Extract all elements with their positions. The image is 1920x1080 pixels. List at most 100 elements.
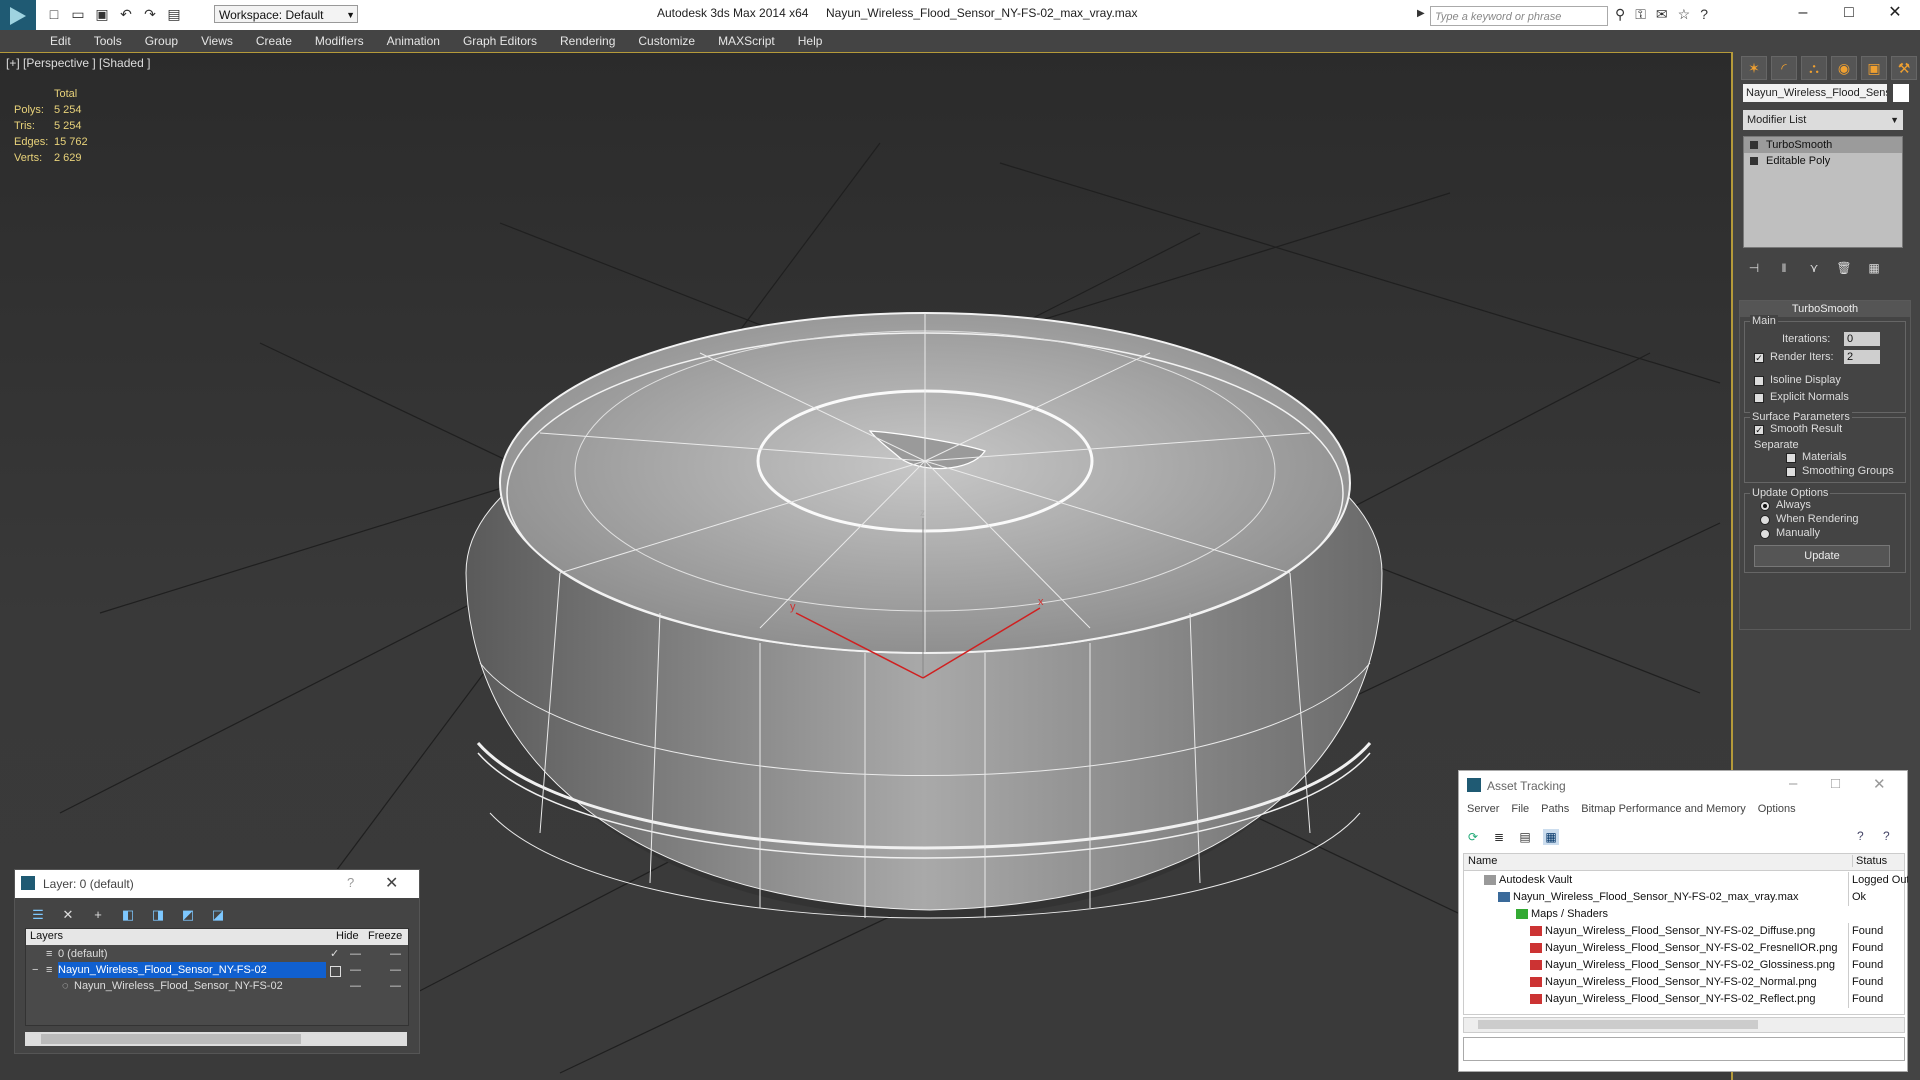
menu-edit[interactable]: Edit	[50, 30, 71, 52]
table-view-icon[interactable]: ▦	[1543, 829, 1559, 845]
freeze-toggle[interactable]: —	[390, 978, 401, 994]
render-iters-spinner[interactable]: 2	[1844, 350, 1880, 364]
menu-server[interactable]: Server	[1467, 801, 1499, 817]
new-file-icon[interactable]: □	[46, 6, 62, 22]
menu-bitmap-performance[interactable]: Bitmap Performance and Memory	[1581, 801, 1745, 817]
asset-status-field[interactable]	[1463, 1037, 1905, 1061]
save-icon[interactable]: ▣	[94, 6, 110, 22]
redo-icon[interactable]: ↷	[142, 6, 158, 22]
object-color-swatch[interactable]	[1893, 84, 1909, 102]
hierarchy-tab-icon[interactable]: ⛬	[1801, 56, 1827, 80]
layer-row[interactable]: ≡ 0 (default) ✓ — —	[26, 946, 408, 962]
menu-paths[interactable]: Paths	[1541, 801, 1569, 817]
favorites-icon[interactable]: ☆	[1678, 6, 1691, 23]
search-input[interactable]: Type a keyword or phrase	[1430, 6, 1608, 26]
flood-sensor-mesh[interactable]	[465, 312, 1383, 919]
maximize-icon[interactable]: □	[1826, 2, 1872, 24]
iterations-spinner[interactable]: 0	[1844, 332, 1880, 346]
current-layer-checkbox[interactable]	[330, 966, 341, 977]
new-layer-icon[interactable]: ☰	[29, 906, 47, 924]
asset-row[interactable]: Autodesk Vault Logged Out	[1464, 872, 1908, 889]
select-in-layer-icon[interactable]: ◧	[119, 906, 137, 924]
menu-customize[interactable]: Customize	[638, 30, 695, 52]
smooth-result-checkbox[interactable]: ✓	[1754, 425, 1764, 435]
minimize-icon[interactable]: –	[1789, 775, 1797, 792]
add-to-layer-icon[interactable]: +	[89, 906, 107, 924]
menu-graph-editors[interactable]: Graph Editors	[463, 30, 537, 52]
menu-group[interactable]: Group	[145, 30, 178, 52]
hide-column[interactable]: Hide	[336, 930, 359, 942]
freeze-column[interactable]: Freeze	[368, 930, 402, 942]
asset-horizontal-scrollbar[interactable]	[1463, 1017, 1905, 1033]
maximize-icon[interactable]: □	[1831, 775, 1840, 792]
smoothing-groups-checkbox[interactable]	[1786, 467, 1796, 477]
name-column[interactable]: Name	[1468, 855, 1497, 867]
asset-row[interactable]: Nayun_Wireless_Flood_Sensor_NY-FS-02_Nor…	[1464, 974, 1904, 991]
current-layer-check[interactable]: ✓	[330, 946, 339, 962]
hide-toggle[interactable]: —	[350, 962, 361, 978]
help-icon[interactable]: ?	[347, 875, 354, 890]
explicit-normals-checkbox[interactable]	[1754, 393, 1764, 403]
scrollbar-thumb[interactable]	[41, 1034, 301, 1044]
minimize-icon[interactable]: –	[1780, 2, 1826, 24]
subscription-icon[interactable]: ⚿	[1635, 6, 1646, 23]
thumbnail-view-icon[interactable]: ▤	[1517, 829, 1533, 845]
stack-item-turbosmooth[interactable]: TurboSmooth	[1744, 137, 1902, 153]
delete-layer-icon[interactable]: ✕	[59, 906, 77, 924]
workspace-dropdown[interactable]: Workspace: Default ▼	[214, 5, 358, 23]
menu-help[interactable]: Help	[798, 30, 823, 52]
context-help-icon[interactable]: ?	[1883, 829, 1899, 845]
freeze-all-icon[interactable]: ◪	[209, 906, 227, 924]
highlight-layer-icon[interactable]: ◨	[149, 906, 167, 924]
remove-modifier-icon[interactable]: 🗑	[1833, 258, 1855, 278]
open-file-icon[interactable]: ▭	[70, 6, 86, 22]
collapse-icon[interactable]: −	[32, 962, 38, 978]
layer-horizontal-scrollbar[interactable]	[25, 1032, 407, 1046]
motion-tab-icon[interactable]: ◉	[1831, 56, 1857, 80]
asset-row[interactable]: Nayun_Wireless_Flood_Sensor_NY-FS-02_max…	[1464, 889, 1904, 906]
make-unique-icon[interactable]: ⋎	[1803, 258, 1825, 278]
menu-options[interactable]: Options	[1758, 801, 1796, 817]
asset-row[interactable]: Nayun_Wireless_Flood_Sensor_NY-FS-02_Dif…	[1464, 923, 1904, 940]
viewport-label[interactable]: [+] [Perspective ] [Shaded ]	[6, 56, 150, 70]
expand-icon[interactable]	[1750, 157, 1758, 165]
layer-row[interactable]: ◌ Nayun_Wireless_Flood_Sensor_NY-FS-02 —…	[26, 978, 408, 994]
modify-tab-icon[interactable]: ◜	[1771, 56, 1797, 80]
communication-icon[interactable]: ✉	[1656, 6, 1668, 23]
menu-rendering[interactable]: Rendering	[560, 30, 615, 52]
when-rendering-radio[interactable]	[1760, 515, 1770, 525]
menu-maxscript[interactable]: MAXScript	[718, 30, 775, 52]
freeze-toggle[interactable]: —	[390, 946, 401, 962]
asset-row[interactable]: Nayun_Wireless_Flood_Sensor_NY-FS-02_Glo…	[1464, 957, 1904, 974]
scrollbar-thumb[interactable]	[1478, 1020, 1758, 1029]
menu-file[interactable]: File	[1511, 801, 1529, 817]
binoculars-icon[interactable]: ⚲	[1615, 6, 1625, 23]
configure-sets-icon[interactable]: ▦	[1863, 258, 1885, 278]
list-view-icon[interactable]: ≣	[1491, 829, 1507, 845]
always-radio[interactable]	[1760, 501, 1770, 511]
search-expand-icon[interactable]: ▶	[1417, 8, 1425, 19]
isoline-display-checkbox[interactable]	[1754, 376, 1764, 386]
undo-icon[interactable]: ↶	[118, 6, 134, 22]
menu-modifiers[interactable]: Modifiers	[315, 30, 364, 52]
menu-views[interactable]: Views	[201, 30, 233, 52]
pin-stack-icon[interactable]: ⊣	[1743, 258, 1765, 278]
close-icon[interactable]: ✕	[1872, 2, 1918, 24]
hide-toggle[interactable]: —	[350, 978, 361, 994]
hide-all-icon[interactable]: ◩	[179, 906, 197, 924]
menu-animation[interactable]: Animation	[387, 30, 440, 52]
refresh-icon[interactable]: ⟳	[1465, 829, 1481, 845]
asset-tracking-titlebar[interactable]: Asset Tracking – □ ✕	[1459, 771, 1907, 799]
status-column[interactable]: Status	[1852, 855, 1887, 867]
layers-column[interactable]: Layers	[30, 930, 63, 942]
update-button[interactable]: Update	[1754, 545, 1890, 567]
materials-checkbox[interactable]	[1786, 453, 1796, 463]
close-icon[interactable]: ✕	[385, 873, 398, 893]
asset-row[interactable]: Maps / Shaders	[1464, 906, 1904, 923]
help-icon[interactable]: ?	[1700, 6, 1708, 23]
modifier-list-dropdown[interactable]: Modifier List ▼	[1743, 110, 1903, 130]
object-name-field[interactable]: Nayun_Wireless_Flood_Sensor	[1743, 84, 1887, 102]
manually-radio[interactable]	[1760, 529, 1770, 539]
menu-create[interactable]: Create	[256, 30, 292, 52]
project-folder-icon[interactable]: ▤	[166, 6, 182, 22]
